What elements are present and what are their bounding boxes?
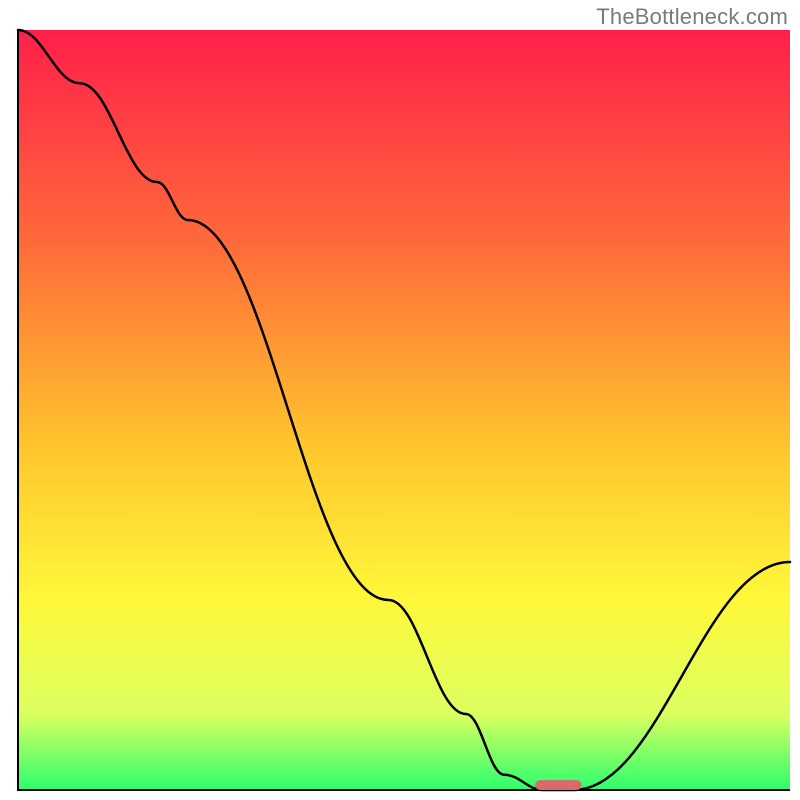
watermark-text: TheBottleneck.com bbox=[596, 4, 788, 30]
optimal-marker bbox=[535, 780, 581, 790]
bottleneck-chart bbox=[0, 0, 800, 800]
chart-stage: TheBottleneck.com bbox=[0, 0, 800, 800]
chart-background bbox=[18, 30, 790, 790]
